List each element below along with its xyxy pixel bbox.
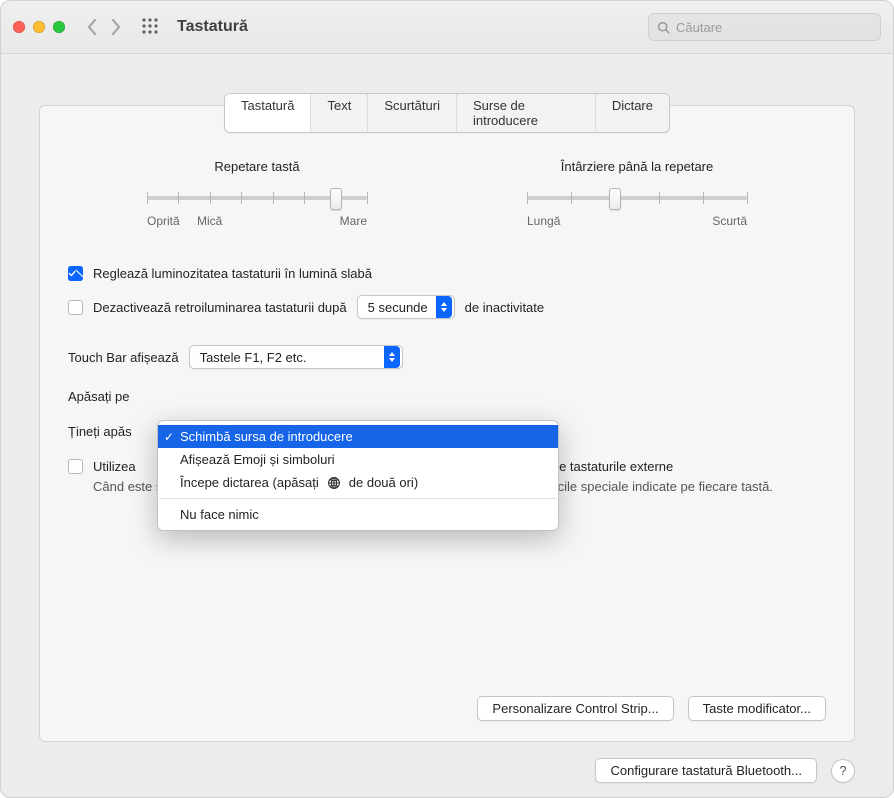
menu-item-label: Nu face nimic	[180, 507, 259, 522]
window-title: Tastatură	[177, 18, 248, 36]
tab-dictation[interactable]: Dictare	[596, 94, 669, 132]
touchbar-value: Tastele F1, F2 etc.	[200, 350, 376, 365]
delay-short-label: Scurtă	[712, 214, 747, 228]
fn-standard-label-prefix: Utilizea	[93, 459, 143, 474]
menu-separator	[159, 498, 557, 499]
minimize-window-button[interactable]	[33, 21, 45, 33]
bluetooth-keyboard-button[interactable]: Configurare tastatură Bluetooth...	[595, 758, 817, 783]
delay-repeat-block: Întârziere până la repetare Lungă Scurtă	[507, 159, 767, 228]
key-repeat-block: Repetare tastă Oprită Mică Mare	[127, 159, 387, 228]
sliders-row: Repetare tastă Oprită Mică Mare Întârzie…	[68, 159, 826, 228]
forward-button[interactable]	[109, 18, 123, 36]
menu-item-label-suffix: de două ori)	[349, 475, 418, 490]
search-placeholder: Căutare	[676, 20, 722, 35]
menu-item-label-prefix: Începe dictarea (apăsați	[180, 475, 319, 490]
backlight-off-row: Dezactivează retroiluminarea tastaturii …	[68, 295, 826, 319]
footer-row: Configurare tastatură Bluetooth... ?	[595, 758, 855, 783]
fn-standard-checkbox[interactable]	[68, 459, 83, 474]
panel-buttons: Personalizare Control Strip... Taste mod…	[477, 696, 826, 721]
touchbar-label: Touch Bar afișează	[68, 350, 179, 365]
key-repeat-fast-label: Mare	[340, 214, 367, 228]
nav-buttons	[85, 18, 123, 36]
press-globe-row: Apăsați pe	[68, 389, 140, 404]
tab-shortcuts[interactable]: Scurtături	[368, 94, 457, 132]
low-light-label: Reglează luminozitatea tastaturii în lum…	[93, 266, 372, 281]
back-button[interactable]	[85, 18, 99, 36]
touchbar-row: Touch Bar afișează Tastele F1, F2 etc.	[68, 345, 826, 369]
customize-control-strip-button[interactable]: Personalizare Control Strip...	[477, 696, 673, 721]
menu-item-label: Afișează Emoji și simboluri	[180, 452, 335, 467]
toolbar: Tastatură Căutare	[1, 1, 893, 54]
low-light-row: Reglează luminozitatea tastaturii în lum…	[68, 266, 826, 281]
delay-repeat-title: Întârziere până la repetare	[561, 159, 713, 174]
tabs: Tastatură Text Scurtături Surse de intro…	[224, 93, 670, 133]
show-all-prefs-button[interactable]	[141, 17, 159, 38]
backlight-timeout-popup[interactable]: 5 secunde	[357, 295, 455, 319]
tab-input-sources[interactable]: Surse de introducere	[457, 94, 596, 132]
menu-item-emoji[interactable]: Afișează Emoji și simboluri	[158, 448, 558, 471]
backlight-section: Reglează luminozitatea tastaturii în lum…	[68, 266, 826, 319]
modifier-keys-button[interactable]: Taste modificator...	[688, 696, 826, 721]
key-repeat-off-label: Oprită	[147, 214, 180, 228]
menu-item-label: Schimbă sursa de introducere	[180, 429, 353, 444]
backlight-off-suffix: de inactivitate	[465, 300, 545, 315]
hold-fn-row: Țineți apăs	[68, 424, 140, 439]
menu-item-do-nothing[interactable]: Nu face nimic	[158, 503, 558, 526]
close-window-button[interactable]	[13, 21, 25, 33]
hold-fn-label: Țineți apăs	[68, 424, 132, 439]
tab-keyboard[interactable]: Tastatură	[225, 94, 311, 132]
popup-stepper-icon	[436, 296, 452, 318]
touchbar-popup[interactable]: Tastele F1, F2 etc.	[189, 345, 403, 369]
key-repeat-slider[interactable]	[147, 188, 367, 208]
window-controls	[13, 21, 65, 33]
globe-icon	[327, 476, 341, 490]
backlight-timeout-value: 5 secunde	[368, 300, 428, 315]
delay-repeat-slider[interactable]	[527, 188, 747, 208]
popup-stepper-icon	[384, 346, 400, 368]
low-light-checkbox[interactable]	[68, 266, 83, 281]
press-globe-label: Apăsați pe	[68, 389, 129, 404]
delay-long-label: Lungă	[527, 214, 560, 228]
backlight-off-checkbox[interactable]	[68, 300, 83, 315]
tab-text[interactable]: Text	[311, 94, 368, 132]
preferences-window: Tastatură Căutare Tastatură Text Scurtăt…	[0, 0, 894, 798]
search-field[interactable]: Căutare	[648, 13, 881, 41]
globe-key-dropdown: ✓ Schimbă sursa de introducere Afișează …	[157, 420, 559, 531]
check-icon: ✓	[164, 430, 174, 444]
backlight-off-prefix: Dezactivează retroiluminarea tastaturii …	[93, 300, 347, 315]
key-repeat-slow-label: Mică	[197, 214, 222, 228]
menu-item-change-input-source[interactable]: ✓ Schimbă sursa de introducere	[158, 425, 558, 448]
zoom-window-button[interactable]	[53, 21, 65, 33]
menu-item-start-dictation[interactable]: Începe dictarea (apăsați de două ori)	[158, 471, 558, 494]
key-repeat-title: Repetare tastă	[214, 159, 299, 174]
help-button[interactable]: ?	[831, 759, 855, 783]
